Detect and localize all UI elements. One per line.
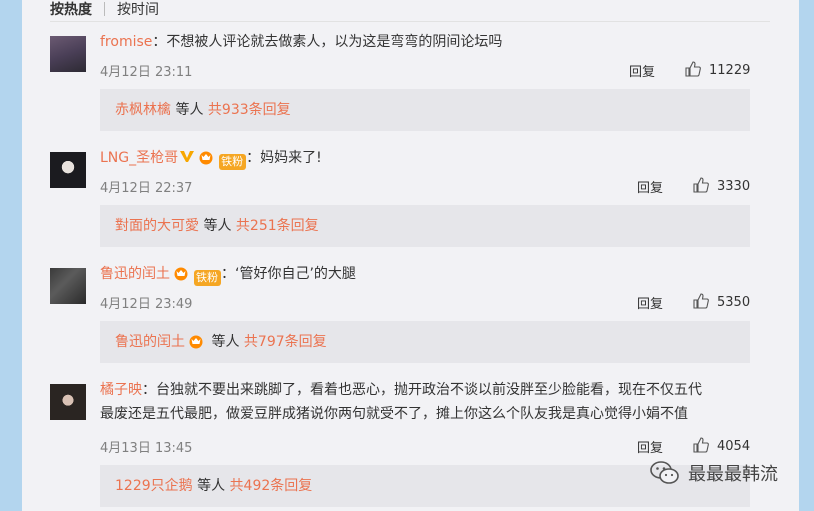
comment-date: 4月12日 23:49 bbox=[100, 297, 193, 312]
reply-button[interactable]: 回复 bbox=[637, 437, 663, 456]
thumbs-up-icon bbox=[685, 61, 701, 77]
like-count: 4054 bbox=[717, 439, 751, 454]
comment-body: 不想被人评论就去做素人，以为这是弯弯的阴间论坛吗 bbox=[166, 34, 503, 50]
sub-reply-count[interactable]: 共251条回复 bbox=[236, 218, 319, 234]
sort-by-hot-tab[interactable]: 按热度 bbox=[50, 2, 92, 18]
thumbs-up-icon bbox=[693, 437, 709, 453]
like-button[interactable]: 11229 bbox=[684, 60, 750, 78]
wechat-icon bbox=[650, 461, 679, 484]
comment-date: 4月13日 13:45 bbox=[100, 441, 193, 456]
verified-v-icon bbox=[180, 151, 195, 162]
comment-username[interactable]: 鲁迅的闰土 bbox=[100, 266, 170, 282]
comment-body-line2: 最废还是五代最肥，做爱豆胖成猪说你两句就受不了，摊上你这么个队友我是真心觉得小娟… bbox=[100, 406, 688, 422]
crown-icon bbox=[197, 149, 215, 165]
comment-body: 妈妈来了! bbox=[260, 150, 322, 166]
like-count: 5350 bbox=[717, 295, 751, 310]
crown-icon bbox=[187, 324, 205, 349]
sub-reply-count[interactable]: 共933条回复 bbox=[208, 102, 291, 118]
sub-reply-user[interactable]: 1229只企鹅 bbox=[115, 478, 193, 494]
like-count: 11229 bbox=[709, 63, 751, 78]
comment-date: 4月12日 22:37 bbox=[100, 181, 193, 196]
sub-reply-user[interactable]: 赤枫林檎 bbox=[115, 102, 171, 118]
comment-username[interactable]: fromise bbox=[100, 34, 152, 50]
reply-button[interactable]: 回复 bbox=[637, 177, 663, 196]
comment-body: ‘管好你自己’的大腿 bbox=[235, 266, 356, 282]
thumbs-up-icon bbox=[693, 177, 709, 193]
comment-text: 橘子映：台独就不要出来跳脚了，看着也恶心，抛开政治不谈以前没胖至少脸能看，现在不… bbox=[100, 378, 760, 426]
avatar[interactable] bbox=[50, 152, 86, 188]
fan-badge: 铁粉 bbox=[219, 154, 247, 170]
divider bbox=[50, 21, 770, 22]
comment-body-line1: 台独就不要出来跳脚了，看着也恶心，抛开政治不谈以前没胖至少脸能看，现在不仅五代 bbox=[156, 382, 702, 398]
sub-replies-box[interactable]: 鲁迅的闰土 等人 共797条回复 bbox=[100, 321, 750, 363]
sub-reply-count[interactable]: 共492条回复 bbox=[230, 478, 313, 494]
like-button[interactable]: 4054 bbox=[692, 436, 750, 454]
sort-by-time-tab[interactable]: 按时间 bbox=[117, 2, 159, 18]
sub-reply-user[interactable]: 對面的大可愛 bbox=[115, 218, 199, 234]
like-button[interactable]: 3330 bbox=[692, 176, 750, 194]
reply-button[interactable]: 回复 bbox=[629, 61, 655, 80]
comment-date: 4月12日 23:11 bbox=[100, 65, 193, 80]
reply-button[interactable]: 回复 bbox=[637, 293, 663, 312]
sort-bar: 按热度 按时间 bbox=[50, 0, 159, 21]
avatar[interactable] bbox=[50, 36, 86, 72]
fan-badge: 铁粉 bbox=[194, 270, 221, 286]
crown-icon bbox=[172, 265, 190, 281]
sub-reply-user[interactable]: 鲁迅的闰土 bbox=[115, 334, 185, 350]
comment-text: fromise：不想被人评论就去做素人，以为这是弯弯的阴间论坛吗 bbox=[100, 34, 503, 50]
watermark: 最最最韩流 bbox=[650, 460, 778, 490]
avatar[interactable] bbox=[50, 268, 86, 304]
comment-username[interactable]: LNG_圣枪哥 bbox=[100, 150, 178, 166]
sort-divider bbox=[104, 2, 105, 16]
sub-replies-box[interactable]: 對面的大可愛 等人 共251条回复 bbox=[100, 205, 750, 247]
watermark-text: 最最最韩流 bbox=[688, 464, 778, 485]
sub-reply-count[interactable]: 共797条回复 bbox=[244, 334, 327, 350]
comment-text: 鲁迅的闰土 铁粉 ：‘管好你自己’的大腿 bbox=[100, 265, 356, 286]
comment-text: LNG_圣枪哥 铁粉 ：妈妈来了! bbox=[100, 149, 322, 170]
like-button[interactable]: 5350 bbox=[692, 292, 750, 310]
comment-username[interactable]: 橘子映 bbox=[100, 382, 142, 398]
sub-replies-box[interactable]: 赤枫林檎 等人 共933条回复 bbox=[100, 89, 750, 131]
avatar[interactable] bbox=[50, 384, 86, 420]
comment-panel: 按热度 按时间 fromise：不想被人评论就去做素人，以为这是弯弯的阴间论坛吗 … bbox=[22, 0, 799, 511]
thumbs-up-icon bbox=[693, 293, 709, 309]
like-count: 3330 bbox=[717, 179, 751, 194]
